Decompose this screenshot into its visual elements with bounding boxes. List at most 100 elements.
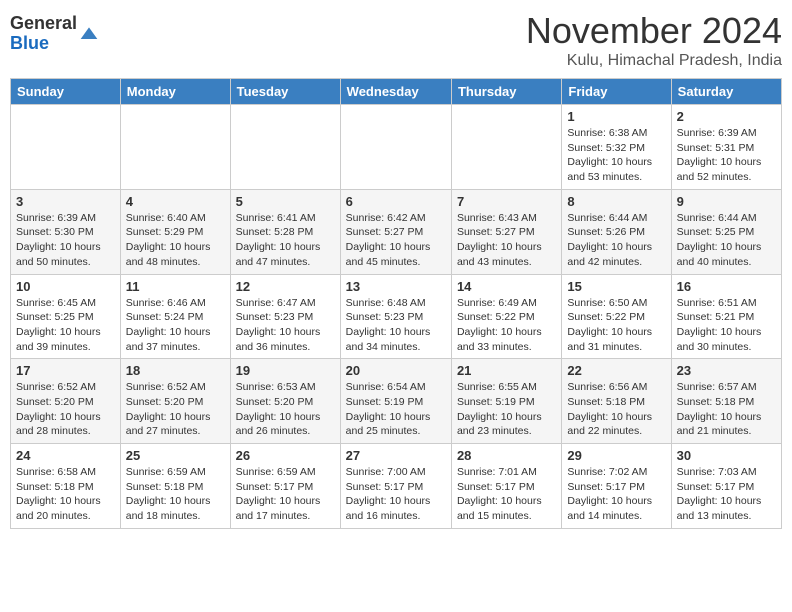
calendar-cell: 8 Sunrise: 6:44 AM Sunset: 5:26 PM Daylig… [562, 189, 671, 274]
day-info: Sunrise: 6:47 AM Sunset: 5:23 PM Dayligh… [236, 296, 335, 355]
day-info: Sunrise: 6:39 AM Sunset: 5:31 PM Dayligh… [677, 126, 776, 185]
calendar-cell: 9 Sunrise: 6:44 AM Sunset: 5:25 PM Daylig… [671, 189, 781, 274]
day-number: 15 [567, 279, 665, 294]
weekday-header-thursday: Thursday [451, 79, 561, 105]
day-info: Sunrise: 6:40 AM Sunset: 5:29 PM Dayligh… [126, 211, 225, 270]
day-number: 9 [677, 194, 776, 209]
day-number: 21 [457, 363, 556, 378]
day-number: 29 [567, 448, 665, 463]
logo: General Blue [10, 14, 99, 54]
day-number: 19 [236, 363, 335, 378]
day-number: 10 [16, 279, 115, 294]
day-number: 18 [126, 363, 225, 378]
day-info: Sunrise: 6:58 AM Sunset: 5:18 PM Dayligh… [16, 465, 115, 524]
day-info: Sunrise: 6:59 AM Sunset: 5:17 PM Dayligh… [236, 465, 335, 524]
calendar-cell [230, 105, 340, 190]
calendar-cell: 26 Sunrise: 6:59 AM Sunset: 5:17 PM Dayli… [230, 444, 340, 529]
day-info: Sunrise: 6:39 AM Sunset: 5:30 PM Dayligh… [16, 211, 115, 270]
day-number: 28 [457, 448, 556, 463]
calendar-cell [340, 105, 451, 190]
calendar-cell: 25 Sunrise: 6:59 AM Sunset: 5:18 PM Dayli… [120, 444, 230, 529]
day-info: Sunrise: 6:59 AM Sunset: 5:18 PM Dayligh… [126, 465, 225, 524]
day-info: Sunrise: 6:42 AM Sunset: 5:27 PM Dayligh… [346, 211, 446, 270]
calendar-cell: 1Sunrise: 6:38 AM Sunset: 5:32 PM Daylig… [562, 105, 671, 190]
calendar-cell: 22 Sunrise: 6:56 AM Sunset: 5:18 PM Dayli… [562, 359, 671, 444]
day-info: Sunrise: 6:48 AM Sunset: 5:23 PM Dayligh… [346, 296, 446, 355]
week-row-5: 24Sunrise: 6:58 AM Sunset: 5:18 PM Dayli… [11, 444, 782, 529]
day-info: Sunrise: 6:45 AM Sunset: 5:25 PM Dayligh… [16, 296, 115, 355]
day-info: Sunrise: 6:54 AM Sunset: 5:19 PM Dayligh… [346, 380, 446, 439]
day-info: Sunrise: 7:00 AM Sunset: 5:17 PM Dayligh… [346, 465, 446, 524]
day-number: 1 [567, 109, 665, 124]
calendar-cell: 23 Sunrise: 6:57 AM Sunset: 5:18 PM Dayli… [671, 359, 781, 444]
day-info: Sunrise: 6:49 AM Sunset: 5:22 PM Dayligh… [457, 296, 556, 355]
logo-icon [79, 24, 99, 44]
week-row-3: 10 Sunrise: 6:45 AM Sunset: 5:25 PM Dayli… [11, 274, 782, 359]
calendar-cell: 5Sunrise: 6:41 AM Sunset: 5:28 PM Daylig… [230, 189, 340, 274]
weekday-header-wednesday: Wednesday [340, 79, 451, 105]
day-number: 30 [677, 448, 776, 463]
calendar-cell: 16 Sunrise: 6:51 AM Sunset: 5:21 PM Dayli… [671, 274, 781, 359]
day-info: Sunrise: 7:01 AM Sunset: 5:17 PM Dayligh… [457, 465, 556, 524]
calendar-cell: 13 Sunrise: 6:48 AM Sunset: 5:23 PM Dayli… [340, 274, 451, 359]
day-number: 2 [677, 109, 776, 124]
weekday-header-tuesday: Tuesday [230, 79, 340, 105]
day-number: 17 [16, 363, 115, 378]
day-number: 27 [346, 448, 446, 463]
calendar-cell: 3Sunrise: 6:39 AM Sunset: 5:30 PM Daylig… [11, 189, 121, 274]
day-info: Sunrise: 7:03 AM Sunset: 5:17 PM Dayligh… [677, 465, 776, 524]
day-number: 8 [567, 194, 665, 209]
day-number: 16 [677, 279, 776, 294]
calendar-cell: 11 Sunrise: 6:46 AM Sunset: 5:24 PM Dayli… [120, 274, 230, 359]
calendar-cell [11, 105, 121, 190]
weekday-header-saturday: Saturday [671, 79, 781, 105]
calendar-cell: 14Sunrise: 6:49 AM Sunset: 5:22 PM Dayli… [451, 274, 561, 359]
day-number: 7 [457, 194, 556, 209]
day-number: 22 [567, 363, 665, 378]
day-info: Sunrise: 6:46 AM Sunset: 5:24 PM Dayligh… [126, 296, 225, 355]
week-row-1: 1Sunrise: 6:38 AM Sunset: 5:32 PM Daylig… [11, 105, 782, 190]
header: General Blue November 2024 Kulu, Himacha… [10, 10, 782, 70]
calendar-cell: 4 Sunrise: 6:40 AM Sunset: 5:29 PM Daylig… [120, 189, 230, 274]
day-number: 26 [236, 448, 335, 463]
calendar-cell [120, 105, 230, 190]
day-info: Sunrise: 6:52 AM Sunset: 5:20 PM Dayligh… [126, 380, 225, 439]
calendar-cell: 21Sunrise: 6:55 AM Sunset: 5:19 PM Dayli… [451, 359, 561, 444]
day-info: Sunrise: 6:50 AM Sunset: 5:22 PM Dayligh… [567, 296, 665, 355]
day-number: 4 [126, 194, 225, 209]
week-row-4: 17 Sunrise: 6:52 AM Sunset: 5:20 PM Dayli… [11, 359, 782, 444]
calendar-table: SundayMondayTuesdayWednesdayThursdayFrid… [10, 78, 782, 529]
day-info: Sunrise: 6:44 AM Sunset: 5:26 PM Dayligh… [567, 211, 665, 270]
calendar-cell: 18 Sunrise: 6:52 AM Sunset: 5:20 PM Dayli… [120, 359, 230, 444]
day-number: 11 [126, 279, 225, 294]
calendar-cell: 12 Sunrise: 6:47 AM Sunset: 5:23 PM Dayli… [230, 274, 340, 359]
calendar-cell: 15 Sunrise: 6:50 AM Sunset: 5:22 PM Dayli… [562, 274, 671, 359]
day-info: Sunrise: 6:57 AM Sunset: 5:18 PM Dayligh… [677, 380, 776, 439]
calendar-cell: 19 Sunrise: 6:53 AM Sunset: 5:20 PM Dayli… [230, 359, 340, 444]
logo-general: General [10, 13, 77, 33]
day-number: 23 [677, 363, 776, 378]
day-info: Sunrise: 6:53 AM Sunset: 5:20 PM Dayligh… [236, 380, 335, 439]
day-info: Sunrise: 6:56 AM Sunset: 5:18 PM Dayligh… [567, 380, 665, 439]
day-number: 13 [346, 279, 446, 294]
day-info: Sunrise: 6:43 AM Sunset: 5:27 PM Dayligh… [457, 211, 556, 270]
weekday-header-row: SundayMondayTuesdayWednesdayThursdayFrid… [11, 79, 782, 105]
day-info: Sunrise: 6:51 AM Sunset: 5:21 PM Dayligh… [677, 296, 776, 355]
calendar-cell: 24Sunrise: 6:58 AM Sunset: 5:18 PM Dayli… [11, 444, 121, 529]
calendar-cell: 17 Sunrise: 6:52 AM Sunset: 5:20 PM Dayli… [11, 359, 121, 444]
weekday-header-monday: Monday [120, 79, 230, 105]
day-number: 6 [346, 194, 446, 209]
logo-blue: Blue [10, 33, 49, 53]
calendar-cell [451, 105, 561, 190]
calendar-cell: 29Sunrise: 7:02 AM Sunset: 5:17 PM Dayli… [562, 444, 671, 529]
calendar-cell: 30 Sunrise: 7:03 AM Sunset: 5:17 PM Dayli… [671, 444, 781, 529]
day-number: 25 [126, 448, 225, 463]
calendar-cell: 27 Sunrise: 7:00 AM Sunset: 5:17 PM Dayli… [340, 444, 451, 529]
day-number: 5 [236, 194, 335, 209]
calendar-cell: 28 Sunrise: 7:01 AM Sunset: 5:17 PM Dayli… [451, 444, 561, 529]
calendar-cell: 6 Sunrise: 6:42 AM Sunset: 5:27 PM Daylig… [340, 189, 451, 274]
calendar-cell: 7 Sunrise: 6:43 AM Sunset: 5:27 PM Daylig… [451, 189, 561, 274]
day-info: Sunrise: 6:44 AM Sunset: 5:25 PM Dayligh… [677, 211, 776, 270]
day-info: Sunrise: 6:52 AM Sunset: 5:20 PM Dayligh… [16, 380, 115, 439]
day-number: 12 [236, 279, 335, 294]
